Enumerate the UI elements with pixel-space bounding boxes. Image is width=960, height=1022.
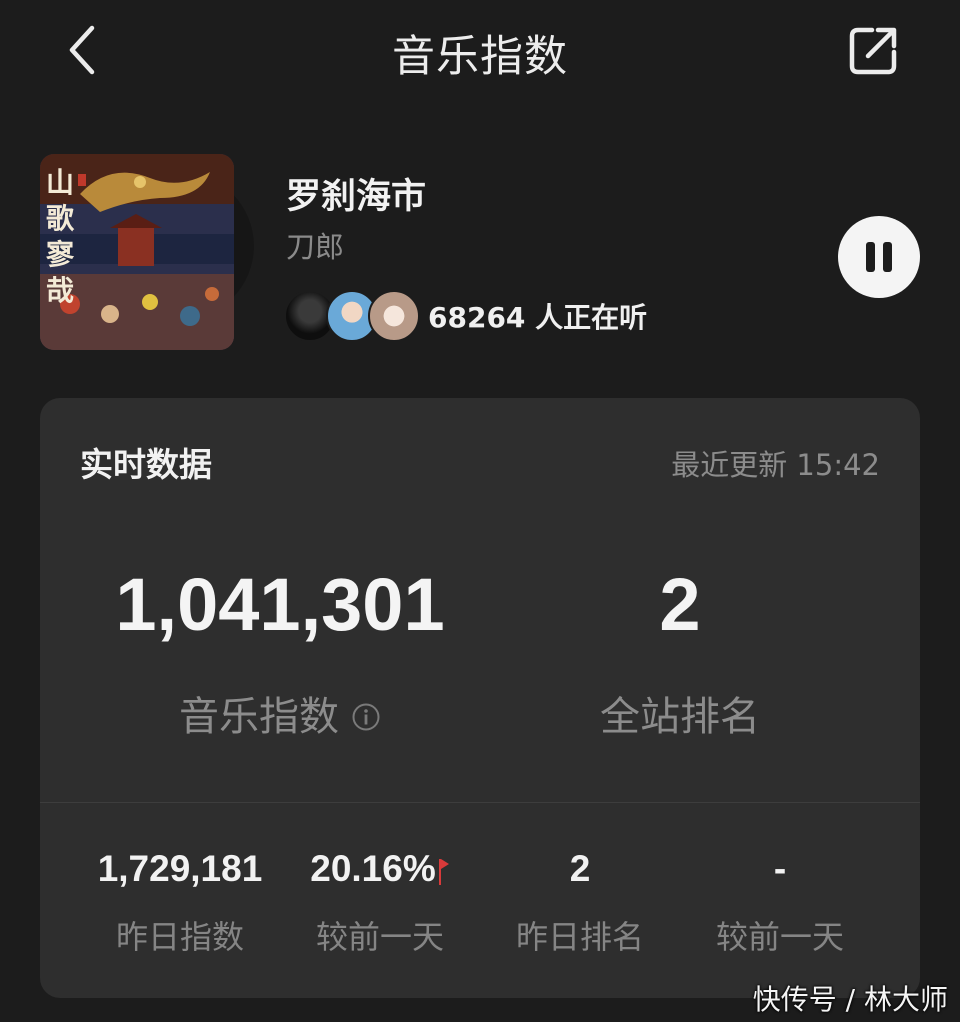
song-title: 罗刹海市	[286, 177, 427, 217]
stat-value: 20.16%	[310, 848, 436, 889]
top-bar: 音乐指数	[0, 0, 960, 100]
cover-title-char-2: 歌	[46, 202, 75, 235]
listener-count: 68264 人正在听	[428, 301, 648, 334]
stat-label: 昨日排名	[515, 918, 644, 956]
info-icon[interactable]	[351, 696, 381, 742]
artist-name[interactable]: 刀郎	[286, 224, 344, 266]
stat-label: 昨日指数	[115, 918, 244, 956]
stat-index-change: 20.16% 较前一天	[280, 848, 480, 958]
album-cover[interactable]: 山 歌 寥 哉	[40, 154, 234, 350]
music-index-label-group[interactable]: 音乐指数	[80, 684, 480, 742]
red-flag-icon	[438, 854, 450, 896]
stat-value: 1,729,181	[97, 848, 263, 889]
divider	[40, 802, 920, 803]
page-title: 音乐指数	[392, 32, 568, 82]
realtime-data-card: 实时数据 最近更新 15:42 1,041,301 音乐指数 2 全站排名 1,…	[40, 398, 920, 998]
stat-yesterday-index: 1,729,181 昨日指数	[80, 848, 280, 958]
music-index-value: 1,041,301	[115, 563, 445, 646]
cover-title-char-1: 山	[46, 166, 74, 199]
stat-value: -	[773, 848, 787, 889]
site-rank-label: 全站排名	[600, 694, 760, 740]
stat-yesterday-rank: 2 昨日排名	[480, 848, 680, 958]
avatar	[368, 290, 420, 342]
stat-value-group: 20.16%	[280, 848, 480, 894]
watermark: 快传号 / 林大师	[752, 983, 948, 1016]
share-button[interactable]	[846, 24, 900, 78]
stat-value: 2	[569, 848, 591, 889]
card-title: 实时数据	[80, 445, 212, 484]
cover-title-char-4: 哉	[46, 274, 74, 307]
update-time: 最近更新 15:42	[671, 448, 880, 482]
stat-label: 较前一天	[715, 918, 844, 956]
stat-rank-change: - 较前一天	[680, 848, 880, 958]
stat-label: 较前一天	[315, 918, 444, 956]
listener-avatars	[284, 290, 424, 344]
album-artwork: 山 歌 寥 哉	[40, 154, 234, 350]
site-rank-value: 2	[659, 563, 701, 646]
song-info: 山 歌 寥 哉 罗刹海市 刀郎 68264 人正在听	[0, 150, 960, 360]
share-icon	[849, 27, 897, 75]
cover-title-char-3: 寥	[46, 238, 75, 271]
pause-button[interactable]	[838, 216, 920, 298]
music-index-label: 音乐指数	[179, 694, 339, 740]
